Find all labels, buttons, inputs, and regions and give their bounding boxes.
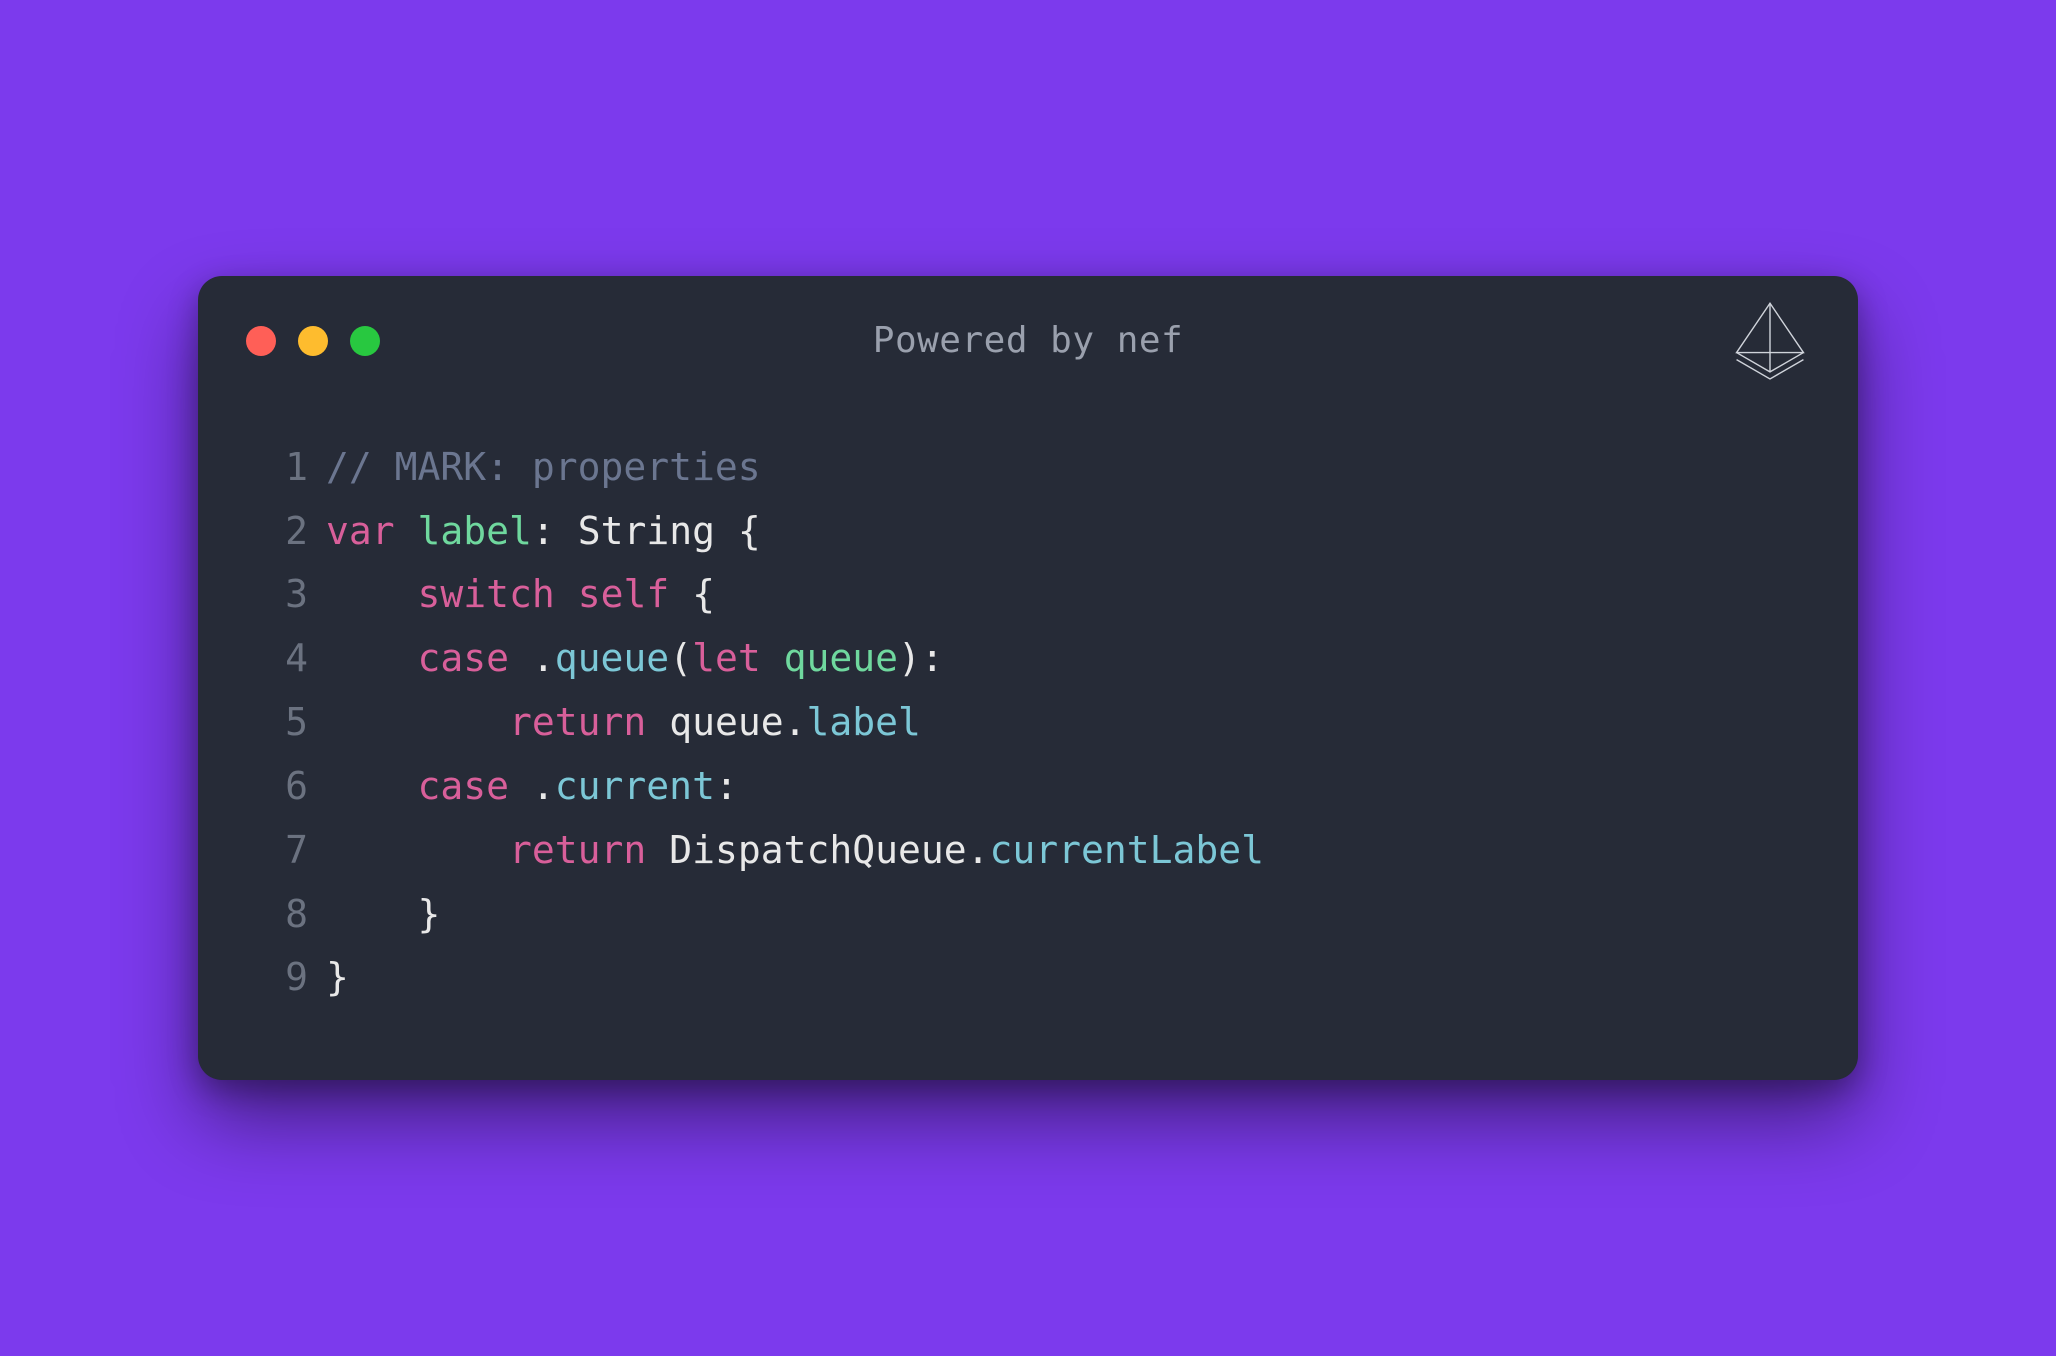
token-keyword: case [418,636,510,680]
token-plain: { [715,509,761,553]
token-keyword: return [509,828,646,872]
token-keyword: case [418,764,510,808]
token-keyword: switch [418,572,555,616]
code-content: case .current: [326,755,738,819]
code-content: switch self { [326,563,715,627]
code-content: } [326,883,440,947]
token-member: queue [555,636,669,680]
code-content: case .queue(let queue): [326,627,944,691]
line-number: 9 [238,946,308,1010]
traffic-lights [246,326,380,356]
token-plain: DispatchQueue. [646,828,989,872]
token-plain: { [669,572,715,616]
code-line: 5 return queue.label [238,691,1818,755]
token-member: label [806,700,920,744]
token-plain [395,509,418,553]
token-keyword: let [692,636,761,680]
code-content: // MARK: properties [326,436,761,500]
token-plain: ( [669,636,692,680]
code-window: Powered by nef 1 // MARK: properties 2 var … [198,276,1858,1080]
minimize-icon[interactable] [298,326,328,356]
code-content: return queue.label [326,691,921,755]
token-plain [326,764,418,808]
token-keyword: var [326,509,395,553]
token-plain: . [509,636,555,680]
line-number: 2 [238,500,308,564]
line-number: 3 [238,563,308,627]
code-line: 9} [238,946,1818,1010]
code-content: } [326,946,349,1010]
line-number: 1 [238,436,308,500]
token-plain [326,572,418,616]
token-plain: : [715,764,738,808]
token-keyword: self [578,572,670,616]
close-icon[interactable] [246,326,276,356]
titlebar: Powered by nef [198,276,1858,386]
window-title: Powered by nef [198,320,1858,361]
code-line: 6 case .current: [238,755,1818,819]
code-line: 2 var label: String { [238,500,1818,564]
token-ident: queue [784,636,898,680]
token-plain [326,700,509,744]
code-line: 4 case .queue(let queue): [238,627,1818,691]
zoom-icon[interactable] [350,326,380,356]
nef-logo-icon [1726,298,1814,390]
token-type: String [578,509,715,553]
token-keyword: return [509,700,646,744]
line-number: 4 [238,627,308,691]
code-line: 7 return DispatchQueue.currentLabel [238,819,1818,883]
code-line: 1 // MARK: properties [238,436,1818,500]
line-number: 7 [238,819,308,883]
token-ident: label [418,509,532,553]
code-line: 8 } [238,883,1818,947]
token-plain [326,828,509,872]
line-number: 8 [238,883,308,947]
token-plain: queue. [646,700,806,744]
code-content: return DispatchQueue.currentLabel [326,819,1264,883]
code-content: var label: String { [326,500,761,564]
token-plain: ): [898,636,944,680]
line-number: 6 [238,755,308,819]
line-number: 5 [238,691,308,755]
code-line: 3 switch self { [238,563,1818,627]
token-plain: : [532,509,578,553]
token-member: current [555,764,715,808]
token-plain [761,636,784,680]
token-member: currentLabel [989,828,1264,872]
code-area: 1 // MARK: properties 2 var label: String {… [198,386,1858,1010]
token-comment: // MARK: properties [326,445,761,489]
token-plain [555,572,578,616]
token-plain [326,636,418,680]
token-plain: . [509,764,555,808]
token-plain: } [326,955,349,999]
token-plain: } [326,892,440,936]
